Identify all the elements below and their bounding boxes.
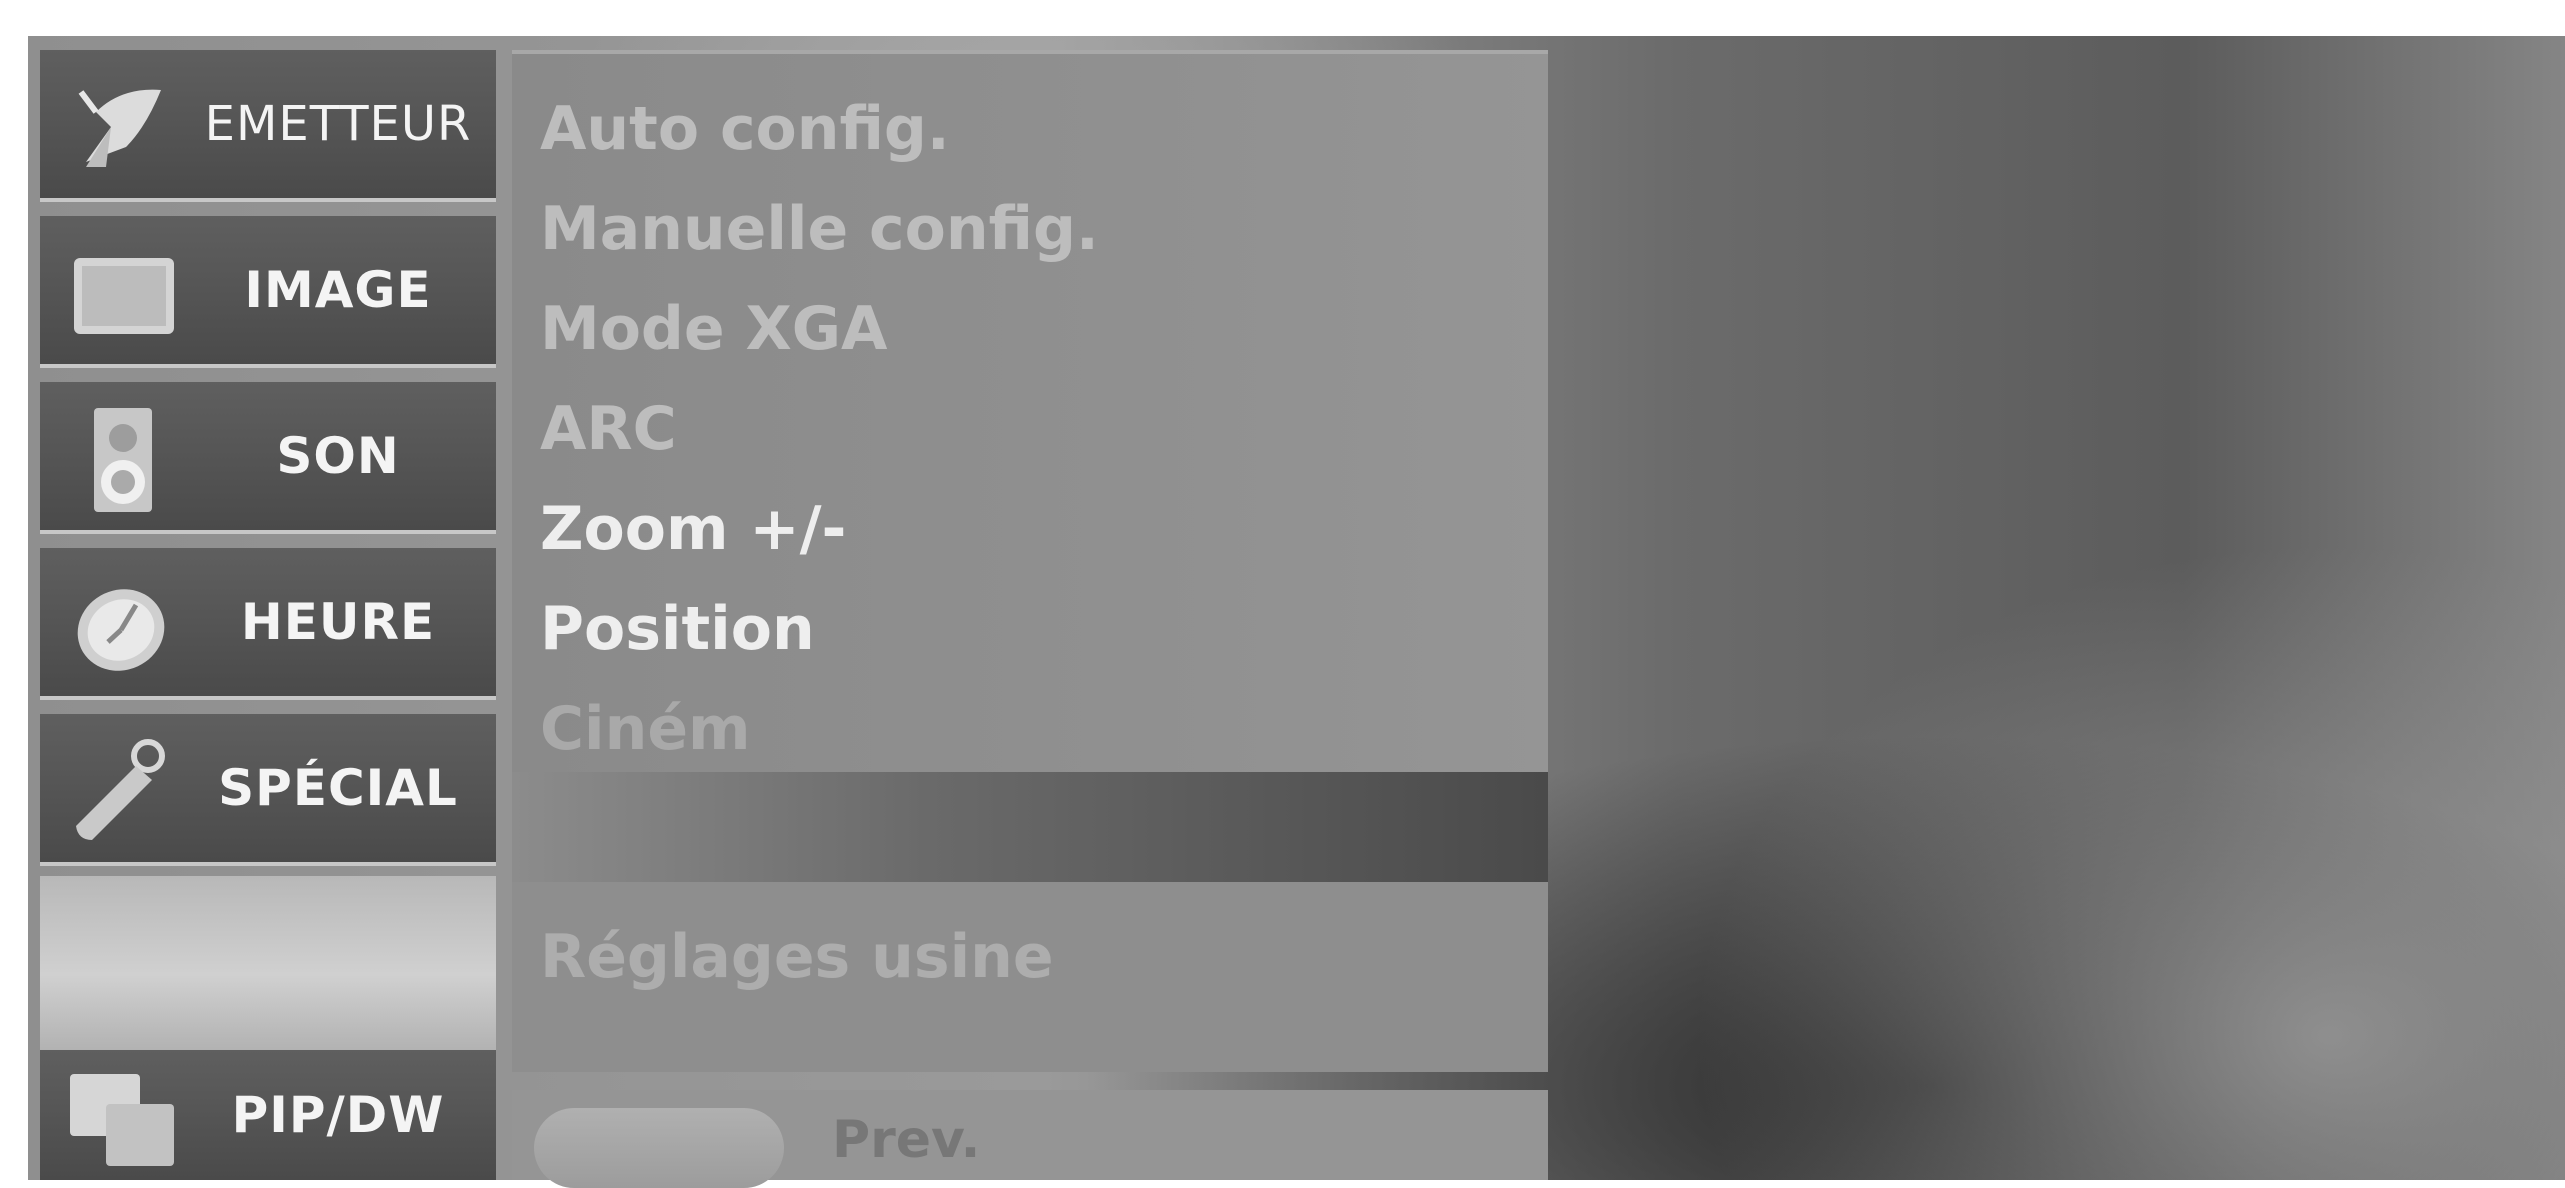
menu-label: HEURE bbox=[240, 593, 436, 651]
main-menu: EMETTEUR IMAGE SON HEURE SPÉCIAL PIP/DW bbox=[40, 50, 496, 1180]
menu-label: IMAGE bbox=[244, 261, 432, 319]
option-position[interactable]: Position bbox=[540, 594, 815, 664]
submenu-panel: Auto config. Manuelle config. Mode XGA A… bbox=[512, 50, 1548, 772]
menu-item-pip-dw[interactable]: PIP/DW bbox=[40, 1050, 496, 1180]
option-factory-reset[interactable]: Réglages usine bbox=[540, 922, 1054, 992]
menu-item-image[interactable]: IMAGE bbox=[40, 216, 496, 368]
menu-item-emetteur[interactable]: EMETTEUR bbox=[40, 50, 496, 202]
option-manual-config[interactable]: Manuelle config. bbox=[540, 194, 1099, 264]
prev-label: Prev. bbox=[832, 1110, 981, 1170]
menu-label: PIP/DW bbox=[231, 1086, 445, 1144]
picture-icon bbox=[74, 258, 174, 334]
menu-item-heure[interactable]: HEURE bbox=[40, 548, 496, 700]
option-zoom[interactable]: Zoom +/- bbox=[540, 494, 846, 564]
menu-item-son[interactable]: SON bbox=[40, 382, 496, 534]
pip-icon bbox=[70, 1074, 174, 1166]
reset-panel: Réglages usine bbox=[512, 882, 1548, 1072]
menu-label: SON bbox=[276, 427, 400, 485]
menu-item-special[interactable]: SPÉCIAL bbox=[40, 714, 496, 866]
menu-label: EMETTEUR bbox=[204, 96, 472, 152]
satellite-dish-icon bbox=[78, 89, 161, 167]
option-cinema[interactable]: Ciném bbox=[540, 694, 751, 764]
clock-icon bbox=[77, 589, 165, 671]
speaker-icon bbox=[94, 408, 152, 512]
navigation-panel: Prev. bbox=[512, 1090, 1548, 1188]
option-xga-mode[interactable]: Mode XGA bbox=[540, 294, 887, 364]
tag-icon bbox=[76, 739, 165, 840]
option-arc[interactable]: ARC bbox=[540, 394, 677, 464]
menu-label: SPÉCIAL bbox=[218, 759, 458, 817]
prev-button[interactable] bbox=[534, 1108, 784, 1188]
divider-band bbox=[512, 772, 1548, 882]
option-auto-config[interactable]: Auto config. bbox=[540, 94, 950, 164]
